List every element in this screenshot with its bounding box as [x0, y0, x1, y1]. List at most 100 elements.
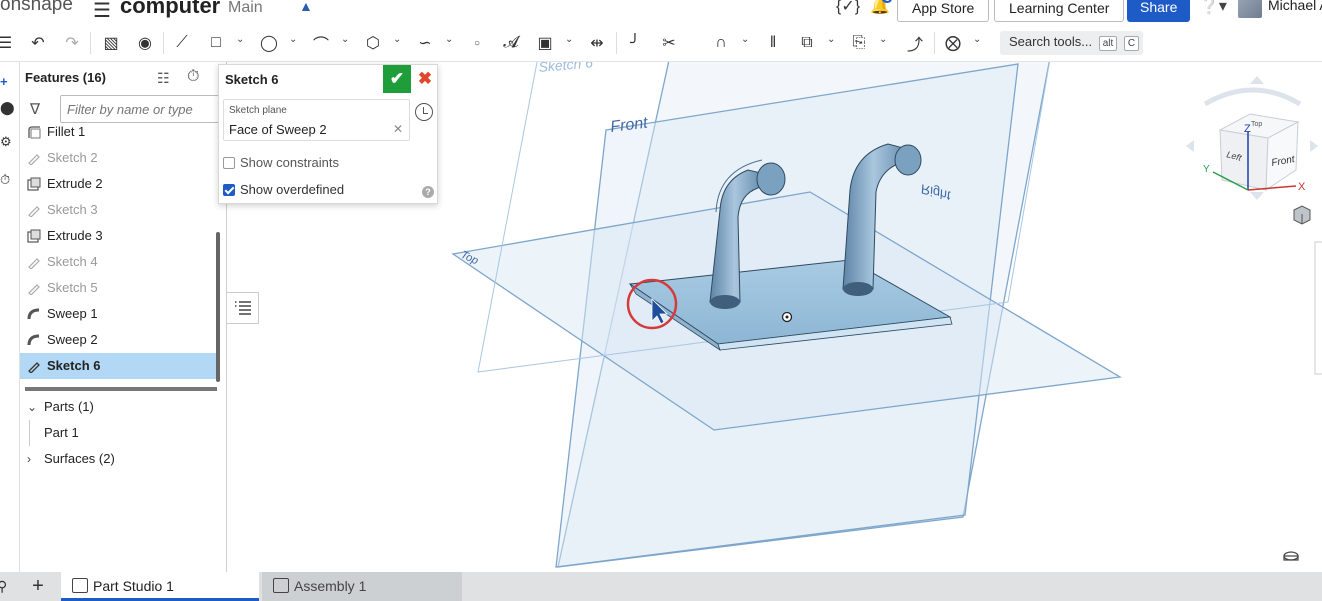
parts-group[interactable]: ⌄ Parts (1): [20, 394, 226, 420]
chevron-down-icon[interactable]: ⌄: [341, 34, 349, 45]
use-icon[interactable]: ⤴: [904, 32, 926, 54]
add-icon[interactable]: +: [0, 74, 14, 90]
variables-icon[interactable]: ⚙: [0, 134, 14, 150]
sketch-plane-field[interactable]: Sketch plane Face of Sweep 2 ✕: [223, 99, 410, 141]
help-icon[interactable]: ?: [422, 186, 434, 198]
trim-icon[interactable]: ✂: [658, 32, 680, 54]
dxf-import-icon[interactable]: ⎘: [848, 32, 870, 54]
learning-center-button[interactable]: Learning Center: [994, 0, 1125, 22]
extrude-icon: [27, 177, 41, 191]
notification-badge: 1: [882, 0, 893, 3]
chevron-down-icon[interactable]: ⌄: [879, 34, 887, 45]
cancel-button[interactable]: ✖: [415, 67, 435, 91]
share-button[interactable]: Share: [1127, 0, 1191, 22]
top-header: onshape ☰ computer Main ▲ {✓} 🔔 1 App St…: [0, 0, 1322, 24]
bottom-tab-bar: ⚲ + Part Studio 1 Assembly 1: [0, 572, 1322, 601]
branch-name[interactable]: Main: [228, 0, 263, 17]
rollback-timer-icon[interactable]: ⏱: [187, 68, 199, 86]
line-tool-icon[interactable]: ⟋: [171, 32, 193, 54]
show-constraints-checkbox[interactable]: Show constraints: [223, 155, 339, 170]
view-cube[interactable]: Top Front Left Z X Y: [1186, 76, 1318, 200]
filter-icon[interactable]: ∇: [30, 100, 40, 118]
transform-icon[interactable]: ⧉: [796, 32, 818, 54]
spline-tool-icon[interactable]: ∽: [414, 32, 436, 54]
document-title[interactable]: computer: [120, 0, 220, 19]
learning-cap-icon[interactable]: ▲: [299, 0, 313, 14]
offset-icon[interactable]: ∩: [710, 32, 732, 54]
feature-item-sweep-2[interactable]: Sweep 2: [20, 327, 220, 353]
accept-button[interactable]: ✔: [383, 65, 411, 93]
feature-item-sketch-6[interactable]: Sketch 6: [20, 353, 220, 379]
feature-item-sketch-4[interactable]: Sketch 4: [20, 249, 220, 275]
chevron-down-icon[interactable]: ⌄: [741, 34, 749, 45]
user-name[interactable]: Michael A: [1268, 0, 1322, 13]
assembly-icon: [273, 578, 289, 593]
display-icon[interactable]: ◉: [134, 32, 156, 54]
tab-assembly-1[interactable]: Assembly 1: [262, 572, 462, 601]
clear-selection-icon[interactable]: ✕: [393, 122, 403, 136]
fillet-tool-icon[interactable]: ╯: [624, 32, 646, 54]
measure-icon[interactable]: [1283, 551, 1299, 561]
circle-tool-icon[interactable]: ◯: [258, 32, 280, 54]
rectangle-tool-icon[interactable]: □: [205, 32, 227, 54]
view-options-icon[interactable]: [1293, 205, 1311, 225]
chevron-down-icon: ⌄: [27, 400, 38, 414]
part-item-part-1[interactable]: Part 1: [20, 420, 226, 446]
checkbox-unchecked-icon: [223, 156, 235, 169]
redo-icon[interactable]: ↷: [61, 32, 83, 54]
sketch-icon: [28, 258, 40, 269]
arc-tool-icon[interactable]: ⌒: [310, 32, 332, 54]
chevron-down-icon[interactable]: ⌄: [393, 34, 401, 45]
onshape-logo[interactable]: onshape: [0, 0, 73, 16]
list-icon[interactable]: ☰: [0, 32, 16, 54]
search-tools-input[interactable]: Search tools... alt C: [1000, 31, 1143, 55]
toolbar: ☰ ↶ ↷ ▧ ◉ ⟋ □ ⌄ ◯ ⌄ ⌒ ⌄ ⬡ ⌄ ∽ ⌄ ○ 𝓐 ▣ ⌄ …: [0, 24, 1322, 62]
sketch-icon: [28, 154, 40, 165]
dimension-icon[interactable]: ⇹: [586, 32, 608, 54]
text-tool-icon[interactable]: 𝓐: [500, 32, 522, 54]
sweep-icon: [27, 308, 40, 320]
rollback-bar[interactable]: [25, 387, 217, 391]
sketch-tool-icon[interactable]: ▧: [100, 32, 122, 54]
clock-icon[interactable]: [415, 103, 433, 121]
right-panel-edge[interactable]: [1314, 241, 1322, 375]
chevron-down-icon[interactable]: ⌄: [236, 34, 244, 45]
app-store-button[interactable]: App Store: [897, 0, 990, 22]
polygon-tool-icon[interactable]: ⬡: [362, 32, 384, 54]
search-icon[interactable]: ⚲: [0, 578, 7, 595]
add-tab-icon[interactable]: +: [27, 575, 49, 597]
add-folder-icon[interactable]: ☷: [157, 70, 170, 87]
constraint-icon[interactable]: ⨂: [942, 32, 964, 54]
hamburger-menu-icon[interactable]: ☰: [93, 0, 111, 23]
show-overdefined-checkbox[interactable]: Show overdefined: [223, 182, 344, 197]
axis-y-label: Y: [1203, 164, 1210, 175]
feature-item-extrude-3[interactable]: Extrude 3: [20, 223, 220, 249]
tab-part-studio-1[interactable]: Part Studio 1: [61, 572, 259, 601]
chevron-down-icon[interactable]: ⌄: [827, 34, 835, 45]
history-icon[interactable]: ⏱: [0, 172, 14, 188]
feature-item-sketch-2[interactable]: Sketch 2: [20, 145, 220, 171]
construction-icon[interactable]: ▣: [534, 32, 556, 54]
chevron-down-icon[interactable]: ⌄: [445, 34, 453, 45]
appearance-icon[interactable]: ⬤: [0, 100, 15, 116]
code-icon[interactable]: {✓}: [836, 0, 860, 16]
feature-item-sketch-3[interactable]: Sketch 3: [20, 197, 220, 223]
feature-item-sweep-1[interactable]: Sweep 1: [20, 301, 220, 327]
axis-z-label: Z: [1244, 123, 1251, 135]
chevron-down-icon[interactable]: ⌄: [289, 34, 297, 45]
avatar[interactable]: [1238, 0, 1262, 18]
sketch-plane-value: Face of Sweep 2: [229, 122, 327, 137]
mirror-icon[interactable]: ‖: [762, 32, 784, 54]
feature-list-toggle-button[interactable]: [227, 292, 259, 324]
surfaces-group[interactable]: › Surfaces (2): [20, 446, 226, 472]
feature-item-sketch-5[interactable]: Sketch 5: [20, 275, 220, 301]
chevron-down-icon[interactable]: ⌄: [565, 34, 573, 45]
feature-item-fillet-1[interactable]: Fillet 1: [20, 119, 220, 145]
help-icon[interactable]: ❔▾: [1199, 0, 1227, 16]
feature-list-scrollbar[interactable]: [216, 232, 220, 382]
checkbox-checked-icon: [223, 183, 235, 196]
undo-icon[interactable]: ↶: [27, 32, 49, 54]
feature-item-extrude-2[interactable]: Extrude 2: [20, 171, 220, 197]
point-tool-icon[interactable]: ○: [466, 32, 488, 54]
chevron-down-icon[interactable]: ⌄: [973, 34, 981, 45]
